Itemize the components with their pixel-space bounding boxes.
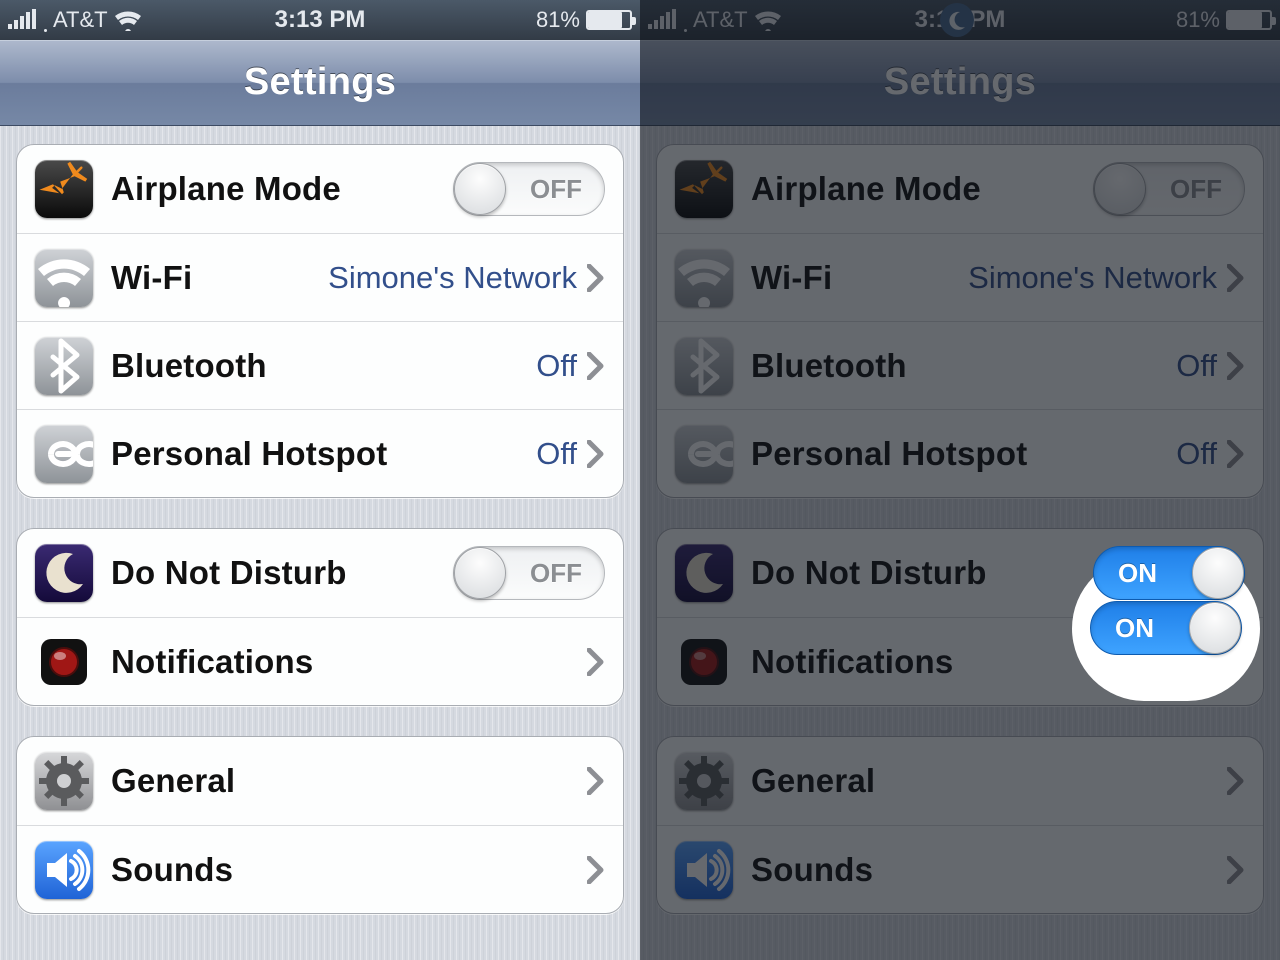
chevron-right-icon: [1227, 264, 1245, 292]
speaker-icon: [675, 841, 733, 899]
group-do-not-disturb: Do Not Disturb OFF Notifications: [16, 528, 624, 706]
row-general[interactable]: General: [17, 737, 623, 825]
battery-icon: [1226, 10, 1272, 30]
notifications-icon: [35, 633, 93, 691]
toggle-knob: [454, 163, 506, 215]
hotspot-label: Personal Hotspot: [111, 435, 387, 473]
battery-icon: [586, 10, 632, 30]
general-label: General: [111, 762, 235, 800]
row-general[interactable]: General: [657, 737, 1263, 825]
group-general: General Sounds: [656, 736, 1264, 914]
airplane-label: Airplane Mode: [111, 170, 341, 208]
airplane-toggle[interactable]: OFF: [1093, 162, 1245, 216]
phone-right: AT&T 3:13 PM 81% Settings Airplane Mode …: [640, 0, 1280, 960]
clock-label: 3:13 PM: [0, 6, 640, 34]
settings-content[interactable]: Airplane Mode OFF Wi-Fi Simone's Network…: [0, 126, 640, 960]
page-title: Settings: [884, 61, 1036, 104]
bluetooth-label: Bluetooth: [751, 347, 907, 385]
bluetooth-label: Bluetooth: [111, 347, 267, 385]
dnd-toggle-highlighted[interactable]: ON: [1090, 601, 1242, 655]
airplane-icon: [35, 160, 93, 218]
gear-icon: [675, 752, 733, 810]
airplane-toggle[interactable]: OFF: [453, 162, 605, 216]
bluetooth-value: Off: [1176, 348, 1217, 384]
bluetooth-value: Off: [536, 348, 577, 384]
hotspot-value: Off: [536, 436, 577, 472]
hotspot-icon: [35, 425, 93, 483]
dnd-status-moon-icon: [940, 3, 974, 37]
moon-icon: [675, 544, 733, 602]
chevron-right-icon: [587, 856, 605, 884]
row-dnd[interactable]: Do Not Disturb OFF: [17, 529, 623, 617]
speaker-icon: [35, 841, 93, 899]
sounds-label: Sounds: [751, 851, 873, 889]
toggle-knob: [1094, 163, 1146, 215]
toggle-on-text: ON: [1118, 558, 1157, 589]
chevron-right-icon: [1227, 352, 1245, 380]
page-title: Settings: [244, 61, 396, 104]
chevron-right-icon: [587, 767, 605, 795]
settings-content[interactable]: Airplane Mode OFF Wi-Fi Simone's Network…: [640, 126, 1280, 960]
group-network: Airplane Mode OFF Wi-Fi Simone's Network…: [656, 144, 1264, 498]
row-sounds[interactable]: Sounds: [657, 825, 1263, 913]
phone-left: AT&T 3:13 PM 81% Settings Airplane Mode …: [0, 0, 640, 960]
gear-icon: [35, 752, 93, 810]
row-hotspot[interactable]: Personal Hotspot Off: [17, 409, 623, 497]
hotspot-label: Personal Hotspot: [751, 435, 1027, 473]
notifications-label: Notifications: [111, 643, 313, 681]
row-airplane-mode[interactable]: Airplane Mode OFF: [657, 145, 1263, 233]
toggle-off-text: OFF: [1170, 174, 1222, 205]
wifi-value: Simone's Network: [968, 260, 1217, 296]
toggle-knob: [454, 547, 506, 599]
row-airplane-mode[interactable]: Airplane Mode OFF: [17, 145, 623, 233]
chevron-right-icon: [1227, 767, 1245, 795]
bluetooth-icon: [675, 337, 733, 395]
chevron-right-icon: [587, 352, 605, 380]
chevron-right-icon: [1227, 856, 1245, 884]
row-bluetooth[interactable]: Bluetooth Off: [657, 321, 1263, 409]
group-general: General Sounds: [16, 736, 624, 914]
general-label: General: [751, 762, 875, 800]
wifi-icon: [675, 249, 733, 307]
row-notifications[interactable]: Notifications: [17, 617, 623, 705]
notifications-label: Notifications: [751, 643, 953, 681]
row-bluetooth[interactable]: Bluetooth Off: [17, 321, 623, 409]
toggle-off-text: OFF: [530, 558, 582, 589]
moon-icon: [35, 544, 93, 602]
toggle-on-text: ON: [1115, 613, 1154, 644]
wifi-label: Wi-Fi: [111, 259, 192, 297]
dnd-toggle[interactable]: ON: [1093, 546, 1245, 600]
dnd-label: Do Not Disturb: [111, 554, 347, 592]
row-hotspot[interactable]: Personal Hotspot Off: [657, 409, 1263, 497]
toggle-knob: [1189, 602, 1241, 654]
airplane-label: Airplane Mode: [751, 170, 981, 208]
group-network: Airplane Mode OFF Wi-Fi Simone's Network…: [16, 144, 624, 498]
wifi-value: Simone's Network: [328, 260, 577, 296]
toggle-knob: [1192, 547, 1244, 599]
chevron-right-icon: [587, 264, 605, 292]
notifications-icon: [675, 633, 733, 691]
wifi-label: Wi-Fi: [751, 259, 832, 297]
status-bar: AT&T 3:13 PM 81%: [0, 0, 640, 40]
row-wifi[interactable]: Wi-Fi Simone's Network: [657, 233, 1263, 321]
chevron-right-icon: [587, 648, 605, 676]
status-bar: AT&T 3:13 PM 81%: [640, 0, 1280, 40]
dnd-label: Do Not Disturb: [751, 554, 987, 592]
row-sounds[interactable]: Sounds: [17, 825, 623, 913]
hotspot-value: Off: [1176, 436, 1217, 472]
wifi-icon: [35, 249, 93, 307]
bluetooth-icon: [35, 337, 93, 395]
hotspot-icon: [675, 425, 733, 483]
airplane-icon: [675, 160, 733, 218]
toggle-off-text: OFF: [530, 174, 582, 205]
dnd-toggle[interactable]: OFF: [453, 546, 605, 600]
chevron-right-icon: [587, 440, 605, 468]
chevron-right-icon: [1227, 440, 1245, 468]
nav-bar: Settings: [0, 40, 640, 126]
row-wifi[interactable]: Wi-Fi Simone's Network: [17, 233, 623, 321]
sounds-label: Sounds: [111, 851, 233, 889]
nav-bar: Settings: [640, 40, 1280, 126]
